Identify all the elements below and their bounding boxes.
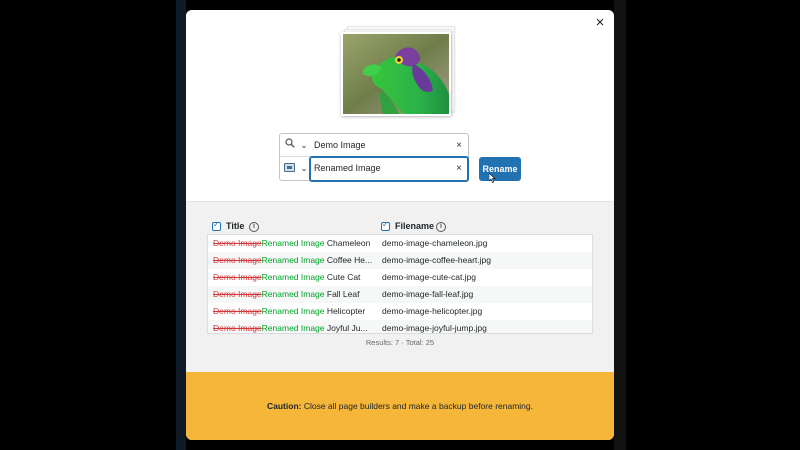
title-cell: Demo ImageRenamed Image Helicopter xyxy=(213,306,366,316)
title-cell: Demo ImageRenamed Image Coffee He... xyxy=(213,255,373,265)
caution-label: Caution: xyxy=(267,401,302,411)
backdrop-edge-left xyxy=(176,0,186,450)
title-info-icon[interactable]: i xyxy=(249,222,259,232)
clear-find-icon[interactable]: × xyxy=(456,134,462,157)
table-row: Demo ImageRenamed Image Coffee He... dem… xyxy=(208,252,592,269)
caution-text: Close all page builders and make a backu… xyxy=(301,401,533,411)
table-row: Demo ImageRenamed Image Joyful Ju... dem… xyxy=(208,320,592,333)
rename-button[interactable]: Rename xyxy=(479,157,521,181)
find-mode-chevron-down-icon[interactable]: ⌄ xyxy=(299,138,309,152)
filename-cell: demo-image-chameleon.jpg xyxy=(382,238,488,248)
caution-banner: Caution: Close all page builders and mak… xyxy=(186,372,614,440)
filename-info-icon[interactable]: i xyxy=(436,222,446,232)
title-cell: Demo ImageRenamed Image Cute Cat xyxy=(213,272,361,282)
filename-checkbox[interactable] xyxy=(381,220,390,231)
replace-mode-chevron-down-icon[interactable]: ⌄ xyxy=(299,161,309,175)
clear-replace-icon[interactable]: × xyxy=(456,157,462,180)
filename-cell: demo-image-cute-cat.jpg xyxy=(382,272,477,282)
find-input[interactable]: Demo Image xyxy=(314,134,366,157)
rename-modal: × ⌄ Demo Image × ⌄ Renamed Image × Renam… xyxy=(186,10,614,440)
replace-row: ⌄ Renamed Image × xyxy=(280,157,468,181)
title-checkbox[interactable] xyxy=(212,220,221,231)
title-cell: Demo ImageRenamed Image Fall Leaf xyxy=(213,289,360,299)
table-row: Demo ImageRenamed Image Cute Cat demo-im… xyxy=(208,269,592,286)
preview-table: Demo ImageRenamed Image Chameleon demo-i… xyxy=(207,234,593,334)
table-row: Demo ImageRenamed Image Helicopter demo-… xyxy=(208,303,592,320)
title-column-header: Title xyxy=(226,221,245,231)
chameleon-thumbnail xyxy=(341,32,451,116)
close-icon[interactable]: × xyxy=(592,15,608,31)
chameleon-image xyxy=(343,34,449,114)
image-icon xyxy=(284,163,295,172)
filename-cell: demo-image-joyful-jump.jpg xyxy=(382,323,487,333)
image-stack-preview xyxy=(341,26,455,118)
results-count: Results: 7 · Total: 25 xyxy=(365,338,435,347)
mouse-pointer-icon xyxy=(489,173,496,183)
title-cell: Demo ImageRenamed Image Chameleon xyxy=(213,238,371,248)
title-cell: Demo ImageRenamed Image Joyful Ju... xyxy=(213,323,368,333)
table-row: Demo ImageRenamed Image Chameleon demo-i… xyxy=(208,235,592,252)
table-row: Demo ImageRenamed Image Fall Leaf demo-i… xyxy=(208,286,592,303)
filename-cell: demo-image-helicopter.jpg xyxy=(382,306,483,316)
rename-search-form: ⌄ Demo Image × ⌄ Renamed Image × xyxy=(279,133,469,181)
filename-cell: demo-image-fall-leaf.jpg xyxy=(382,289,474,299)
filename-column-header: Filename xyxy=(395,221,435,231)
modal-header-area: × ⌄ Demo Image × ⌄ Renamed Image × Renam… xyxy=(186,10,614,202)
magnifier-icon xyxy=(283,138,297,152)
filename-cell: demo-image-coffee-heart.jpg xyxy=(382,255,491,265)
backdrop-edge-right xyxy=(614,0,626,450)
replace-input[interactable]: Renamed Image xyxy=(314,157,381,180)
find-row: ⌄ Demo Image × xyxy=(280,134,468,157)
